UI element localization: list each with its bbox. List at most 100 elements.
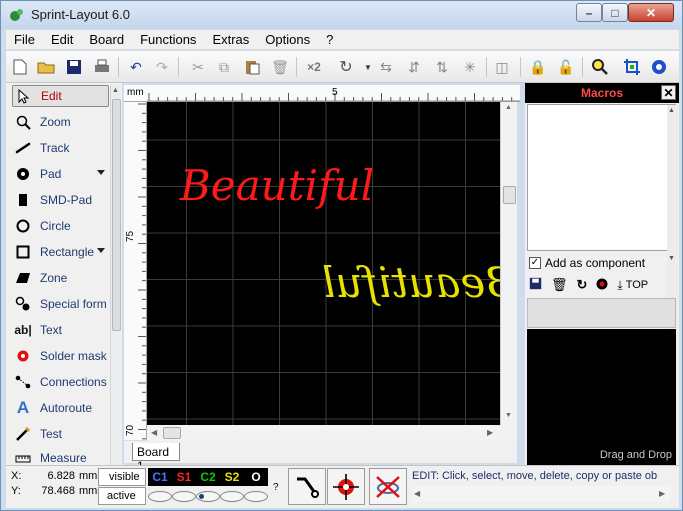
menu-functions[interactable]: Functions [132, 32, 204, 47]
chevron-down-icon[interactable] [97, 170, 105, 175]
tool-track[interactable]: Track [12, 137, 109, 159]
ungroup-icon[interactable]: ✳ [460, 57, 480, 77]
tool-autoroute[interactable]: A Autoroute [12, 397, 109, 419]
copy-icon[interactable]: ⧉ [214, 57, 234, 77]
menu-file[interactable]: File [6, 32, 43, 47]
unlock-icon[interactable]: 🔓 [556, 57, 576, 77]
rubberband-mode-button[interactable] [369, 468, 407, 505]
layer-visible-c2[interactable]: C2 [196, 470, 220, 484]
cut-icon[interactable]: ✂ [188, 57, 208, 77]
crop-icon[interactable] [622, 57, 642, 77]
lock-icon[interactable]: 🔒 [528, 57, 548, 77]
undo-icon[interactable]: ↶ [126, 57, 146, 77]
print-icon[interactable] [92, 57, 112, 77]
layer-visible-s1[interactable]: S1 [172, 470, 196, 484]
scroll-down-icon[interactable]: ▼ [505, 412, 512, 419]
magnify-icon[interactable] [590, 57, 610, 77]
tool-solder-mask[interactable]: Solder mask [12, 345, 109, 367]
group-icon[interactable]: ⇅ [432, 57, 452, 77]
add-as-component-option[interactable]: ✓ Add as component [529, 256, 645, 270]
pcb-text-bottom-mirrored[interactable]: Beautiful [322, 258, 500, 307]
cursor-coordinates: X: 6.828 mm Y: 78.468 mm [11, 470, 98, 504]
tool-zone[interactable]: Zone [12, 267, 109, 289]
tool-smd-pad[interactable]: SMD-Pad [12, 189, 109, 211]
layer-visible-c1[interactable]: C1 [148, 470, 172, 484]
pcb-canvas[interactable]: Beautiful Beautiful [147, 102, 500, 425]
menu-edit[interactable]: Edit [43, 32, 81, 47]
redo-icon[interactable]: ↷ [152, 57, 172, 77]
menu-help[interactable]: ? [318, 32, 341, 47]
pcb-text-top[interactable]: Beautiful [179, 161, 374, 210]
refresh-icon[interactable]: ↻ [577, 277, 588, 293]
layer-active-radio-s1[interactable] [172, 490, 196, 502]
close-icon[interactable]: ✕ [661, 85, 676, 100]
macro-preview[interactable]: Drag and Drop [527, 329, 676, 465]
tool-special-form[interactable]: Special form [12, 293, 109, 315]
scroll-thumb[interactable] [503, 186, 516, 204]
new-file-icon[interactable] [10, 57, 30, 77]
layer-active-radio-c2[interactable] [196, 490, 220, 502]
connections-icon [14, 374, 32, 390]
rotate-icon[interactable]: ↻ [336, 57, 356, 77]
add-as-component-checkbox[interactable]: ✓ [529, 257, 541, 269]
canvas-horizontal-scrollbar[interactable]: ◀ ▶ [147, 425, 517, 441]
layer-help-icon[interactable]: ? [273, 482, 279, 493]
chevron-down-icon[interactable] [97, 248, 105, 253]
top-label[interactable]: TOP [626, 279, 648, 291]
tool-rectangle[interactable]: Rectangle [12, 241, 109, 263]
align-icon[interactable]: ⇵ [404, 57, 424, 77]
maximize-button[interactable]: □ [602, 3, 628, 22]
title-bar: Sprint-Layout 6.0 – □ ✕ [1, 1, 682, 29]
tool-connections[interactable]: Connections [12, 371, 109, 393]
canvas-vertical-scrollbar[interactable]: ▲ ▼ [500, 102, 517, 425]
rotate-view-icon[interactable] [648, 57, 668, 77]
tool-circle[interactable]: Circle [12, 215, 109, 237]
tool-zoom[interactable]: Zoom [12, 111, 109, 133]
scroll-thumb[interactable] [112, 99, 121, 331]
record-icon[interactable] [596, 278, 608, 293]
layer-active-radio-c1[interactable] [148, 490, 172, 502]
scroll-down-icon[interactable]: ▼ [668, 255, 675, 262]
scroll-left-icon[interactable]: ◀ [151, 428, 157, 437]
minimize-button[interactable]: – [576, 3, 602, 22]
scroll-right-icon[interactable]: ▶ [659, 489, 665, 498]
align-grid-icon[interactable]: ◫ [492, 57, 512, 77]
snap-mode-button[interactable] [327, 468, 365, 505]
duplicate-icon[interactable]: ×2 [304, 57, 324, 77]
layer-active-radio-s2[interactable] [220, 490, 244, 502]
layer-visible-o[interactable]: O [244, 470, 268, 484]
route-mode-button[interactable] [288, 468, 326, 505]
layer-visible-s2[interactable]: S2 [220, 470, 244, 484]
open-folder-icon[interactable] [36, 57, 56, 77]
menu-options[interactable]: Options [257, 32, 318, 47]
rotate-dropdown-icon[interactable]: ▼ [358, 57, 378, 77]
scroll-right-icon[interactable]: ▶ [487, 428, 493, 437]
trash-icon[interactable]: 🗑 [551, 277, 568, 293]
scroll-up-icon[interactable]: ▲ [668, 107, 675, 114]
save-icon[interactable] [64, 57, 84, 77]
layer-active-radio-o[interactable] [244, 490, 268, 502]
scroll-up-icon[interactable]: ▲ [112, 87, 119, 94]
layer-visibility-row: C1 S1 C2 S2 O [148, 468, 268, 486]
menu-board[interactable]: Board [81, 32, 132, 47]
menu-extras[interactable]: Extras [204, 32, 257, 47]
save-icon[interactable] [529, 277, 542, 293]
status-hint-scrollbar[interactable]: ◀ ▶ [412, 486, 670, 502]
macros-list[interactable] [527, 104, 676, 251]
scroll-up-icon[interactable]: ▲ [505, 104, 512, 111]
tab-board-1[interactable]: Board 1 [132, 443, 180, 473]
tool-test[interactable]: Test [12, 423, 109, 445]
paste-icon[interactable] [242, 57, 262, 77]
tool-pad[interactable]: Pad [12, 163, 109, 185]
close-button[interactable]: ✕ [628, 3, 674, 22]
tool-palette-scrollbar[interactable]: ▲ [110, 85, 121, 467]
mirror-icon[interactable]: ⇆ [376, 57, 396, 77]
delete-icon[interactable]: 🗑 [270, 57, 290, 77]
tool-label: Edit [41, 89, 62, 103]
tool-edit[interactable]: Edit [12, 85, 109, 107]
scroll-left-icon[interactable]: ◀ [414, 489, 420, 498]
download-icon[interactable]: ⤓ [617, 278, 622, 293]
tool-text[interactable]: ab| Text [12, 319, 109, 341]
scroll-thumb[interactable] [163, 427, 181, 439]
toolbar-separator [118, 57, 119, 77]
